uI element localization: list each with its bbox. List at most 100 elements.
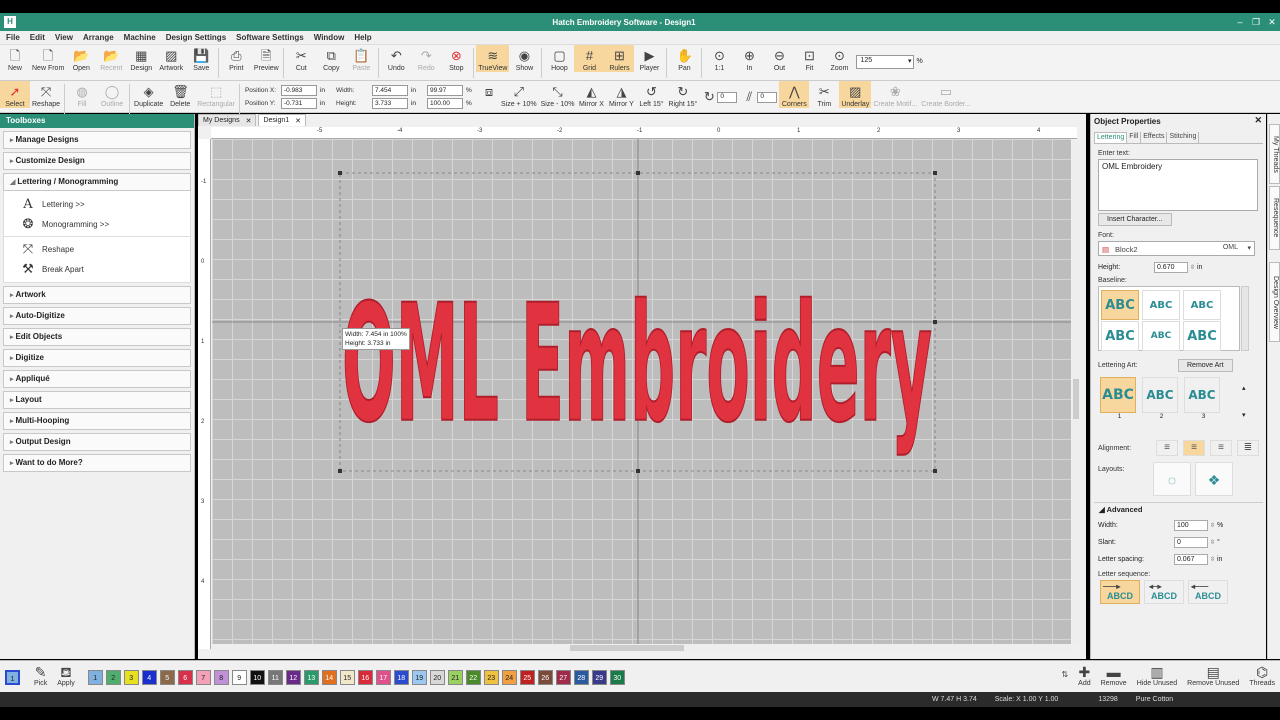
baseline-option[interactable]: ABC	[1183, 321, 1221, 351]
color-swatch[interactable]: 4	[141, 670, 157, 685]
baseline-straight[interactable]: ABC	[1101, 290, 1139, 320]
cut-button[interactable]: ✂ Cut	[286, 45, 316, 72]
color-swatch[interactable]: 12	[285, 670, 301, 685]
artwork-button[interactable]: ▨ Artwork	[156, 45, 186, 72]
duplicate-button[interactable]: ◈ Duplicate	[132, 81, 165, 108]
selection-handle[interactable]	[933, 171, 937, 175]
baseline-option[interactable]: ABC	[1101, 321, 1139, 351]
width-input[interactable]: 7.454	[371, 85, 408, 96]
color-swatch[interactable]: 24	[501, 670, 517, 685]
tab-stitching[interactable]: Stitching	[1167, 132, 1200, 143]
color-swatch[interactable]: 21	[447, 670, 463, 685]
open-button[interactable]: 📂 Open	[66, 45, 96, 72]
spinner-icon[interactable]: ⇳	[1190, 264, 1195, 271]
remove-unused-button[interactable]: ▤ Remove Unused	[1182, 661, 1244, 687]
menu-software-settings[interactable]: Software Settings	[236, 33, 304, 42]
copy-button[interactable]: ⧉ Copy	[316, 45, 346, 72]
align-right-icon[interactable]: ≡	[1210, 440, 1232, 456]
delete-button[interactable]: 🗑 Delete	[165, 81, 195, 108]
trim-button[interactable]: ✂ Trim	[809, 81, 839, 108]
minimize-button[interactable]: –	[1232, 17, 1248, 28]
new-button[interactable]: 🗋 New	[0, 45, 30, 72]
color-swatch[interactable]: 25	[519, 670, 535, 685]
color-swatch[interactable]: 11	[267, 670, 283, 685]
color-swatch[interactable]: 2	[105, 670, 121, 685]
align-left-icon[interactable]: ≡	[1156, 440, 1178, 456]
embroidery-text[interactable]: OML Embroidery	[341, 269, 933, 459]
rotate-angle-field[interactable]: ↻ 0	[699, 81, 739, 105]
slant-input[interactable]: 0	[1173, 537, 1208, 548]
hoop-button[interactable]: ▢ Hoop	[544, 45, 574, 72]
menu-file[interactable]: File	[6, 33, 20, 42]
selection-handle[interactable]	[933, 320, 937, 324]
spinner-icon[interactable]: ⇳	[1210, 522, 1215, 529]
mirror-x-button[interactable]: ◭ Mirror X	[576, 81, 606, 108]
selection-handle[interactable]	[636, 469, 640, 473]
advanced-section-header[interactable]: ◢ Advanced	[1094, 502, 1263, 514]
color-swatch[interactable]: 13	[303, 670, 319, 685]
rulers-button[interactable]: ⊞ Rulers	[604, 45, 635, 72]
proportional-lock-button[interactable]: ⧈	[479, 81, 499, 100]
color-swatch[interactable]: 22	[465, 670, 481, 685]
design-button[interactable]: ▦ Design	[126, 45, 156, 72]
tab-design1[interactable]: Design1 ✕	[258, 114, 307, 126]
create-border-button[interactable]: ▭ Create Border...	[919, 81, 972, 108]
menu-edit[interactable]: Edit	[30, 33, 45, 42]
size-minus-button[interactable]: ⤡ Size - 10%	[539, 81, 577, 108]
adv-width-input[interactable]: 100	[1173, 520, 1208, 531]
color-swatch[interactable]: 28	[573, 670, 589, 685]
zoom-out-button[interactable]: ⊖ Out	[764, 45, 794, 72]
menu-view[interactable]: View	[55, 33, 73, 42]
design-canvas[interactable]: OML Embroidery Width: 7.454 in 100% Heig…	[212, 139, 1071, 644]
color-swatch[interactable]: 3	[123, 670, 139, 685]
tab-design-overview[interactable]: Design Overview	[1269, 262, 1280, 342]
baseline-scrollbar[interactable]	[1241, 286, 1249, 351]
menu-help[interactable]: Help	[354, 33, 371, 42]
width-percent-input[interactable]: 99.97	[426, 85, 463, 96]
maximize-button[interactable]: ❐	[1248, 17, 1264, 28]
section-artwork[interactable]: Artwork	[3, 286, 191, 304]
zoom-select[interactable]: 125	[856, 55, 915, 69]
section-output-design[interactable]: Output Design	[3, 433, 191, 451]
vertical-scroll-thumb[interactable]	[1073, 379, 1079, 419]
menu-machine[interactable]: Machine	[124, 33, 156, 42]
color-swatch[interactable]: 18	[393, 670, 409, 685]
reshape-button[interactable]: ⤧ Reshape	[30, 81, 62, 108]
rotate-right-button[interactable]: ↻ Right 15°	[666, 81, 699, 108]
text-input[interactable]: OML Embroidery	[1098, 159, 1258, 211]
section-applique[interactable]: Appliqué	[3, 370, 191, 388]
color-swatch[interactable]: 15	[339, 670, 355, 685]
scroll-down-icon[interactable]: ▾	[1242, 411, 1246, 419]
slant-angle-field[interactable]: ⫽ 0	[739, 81, 779, 105]
color-swatch[interactable]: 19	[411, 670, 427, 685]
underlay-button[interactable]: ▨ Underlay	[839, 81, 872, 108]
selection-handle[interactable]	[636, 171, 640, 175]
show-button[interactable]: ◉ Show	[509, 45, 539, 72]
horizontal-scroll-thumb[interactable]	[570, 645, 684, 651]
insert-character-button[interactable]: Insert Character...	[1098, 213, 1172, 226]
hide-unused-button[interactable]: ▥ Hide Unused	[1132, 661, 1182, 687]
selection-handle[interactable]	[933, 469, 937, 473]
palette-scroll[interactable]: ⇅	[1056, 661, 1073, 683]
section-auto-digitize[interactable]: Auto-Digitize	[3, 307, 191, 325]
section-lettering[interactable]: Lettering / Monogramming	[3, 173, 191, 191]
zoom-in-button[interactable]: ⊕ In	[734, 45, 764, 72]
color-swatch[interactable]: 29	[591, 670, 607, 685]
height-input[interactable]: 0.670	[1153, 262, 1188, 273]
font-select[interactable]: ▤ Block2 OML ▾	[1098, 241, 1255, 256]
color-swatch[interactable]: 30	[609, 670, 625, 685]
art-option-2[interactable]: ABC 2	[1142, 376, 1181, 420]
spinner-icon[interactable]: ⇳	[1210, 556, 1215, 563]
art-option-1[interactable]: ABC 1	[1100, 376, 1139, 420]
fit-button[interactable]: ⊡ Fit	[794, 45, 824, 72]
close-tab-icon[interactable]: ✕	[295, 117, 301, 125]
tab-my-designs[interactable]: My Designs ✕	[198, 114, 257, 126]
section-digitize[interactable]: Digitize	[3, 349, 191, 367]
outline-button[interactable]: ◯ Outline	[97, 81, 127, 108]
color-swatch[interactable]: 9	[231, 670, 247, 685]
height-input[interactable]: 3.733	[371, 98, 408, 109]
color-swatch[interactable]: 8	[213, 670, 229, 685]
redo-button[interactable]: ↷ Redo	[411, 45, 441, 72]
close-tab-icon[interactable]: ✕	[246, 117, 252, 125]
pan-button[interactable]: ✋ Pan	[669, 45, 699, 72]
